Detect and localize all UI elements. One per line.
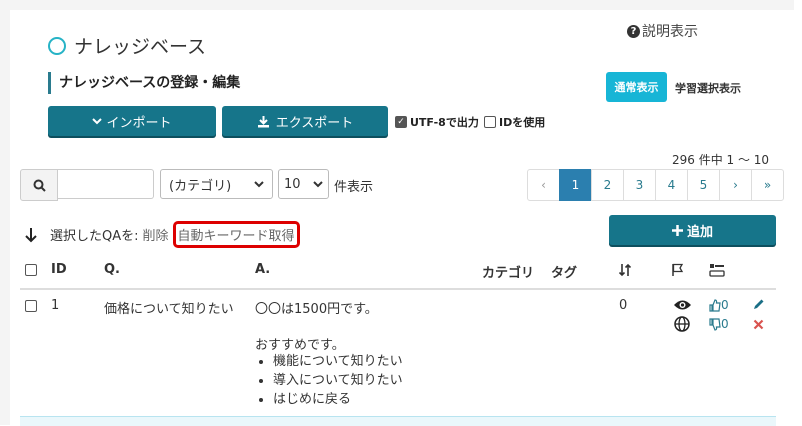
export-button[interactable]: エクスポート <box>222 106 388 136</box>
add-button[interactable]: 追加 <box>609 215 776 245</box>
use-id-option[interactable]: IDを使用 <box>484 114 545 130</box>
sort-icon[interactable] <box>618 263 632 277</box>
list-settings-icon[interactable] <box>709 263 725 277</box>
result-count: 296 件中 1 ～ 10 <box>672 153 770 167</box>
per-page-label: 件表示 <box>334 180 374 195</box>
row-answer-list: 機能について知りたい 導入について知りたい はじめに戻る <box>255 352 403 409</box>
search-button[interactable] <box>20 169 58 201</box>
export-button-label: エクスポート <box>275 115 354 131</box>
globe-icon[interactable] <box>674 316 690 332</box>
row-question: 価格について知りたい <box>104 302 234 317</box>
pagination: ‹ 1 2 3 4 5 › » <box>527 169 784 201</box>
import-button-label: インポート <box>106 115 172 131</box>
per-page-select[interactable]: 10 <box>278 169 329 199</box>
category-select[interactable]: (カテゴリ) <box>160 169 273 199</box>
column-header-tag[interactable]: タグ <box>551 262 577 281</box>
chevron-down-icon <box>313 181 323 188</box>
use-id-label: IDを使用 <box>499 116 546 129</box>
utf8-option[interactable]: ✓ UTF-8で出力 <box>395 114 479 130</box>
bulk-actions-label: 選択したQAを: <box>50 229 139 244</box>
category-select-value: (カテゴリ) <box>169 178 232 194</box>
dislike-count: 0 <box>721 317 729 331</box>
flag-icon[interactable] <box>671 263 685 277</box>
column-header-id[interactable]: ID <box>51 262 67 277</box>
add-button-label: 追加 <box>686 224 713 240</box>
per-page-select-value: 10 <box>284 176 301 192</box>
answer-list-item: 導入について知りたい <box>273 371 403 390</box>
page-header: ナレッジベース <box>48 32 206 59</box>
row-checkbox[interactable] <box>25 300 37 312</box>
pencil-icon[interactable] <box>752 298 765 311</box>
like-counter[interactable]: 0 <box>709 298 729 312</box>
auto-keyword-link[interactable]: 自動キーワード取得 <box>172 221 300 248</box>
import-button[interactable]: インポート <box>48 106 216 136</box>
row-id: 1 <box>51 298 60 313</box>
pagination-page[interactable]: 2 <box>591 169 624 201</box>
pagination-page[interactable]: 5 <box>687 169 720 201</box>
bulk-delete-link[interactable]: 削除 <box>143 225 169 244</box>
normal-view-button[interactable]: 通常表示 <box>606 72 667 102</box>
utf8-checkbox[interactable]: ✓ <box>395 116 407 128</box>
column-header-answer[interactable]: A. <box>255 262 270 277</box>
column-header-category[interactable]: カテゴリ <box>482 262 534 281</box>
search-group <box>20 169 154 201</box>
utf8-label: UTF-8で出力 <box>410 116 479 129</box>
page-title: ナレッジベース <box>74 36 207 58</box>
answer-list-item: 機能について知りたい <box>273 352 403 371</box>
chevron-down-icon <box>92 118 103 125</box>
question-circle-icon: ? <box>627 24 640 38</box>
circle-icon <box>48 36 66 55</box>
row-count: 0 <box>619 298 628 313</box>
pagination-last[interactable]: » <box>751 169 784 201</box>
search-icon <box>33 179 46 192</box>
row-answer-line2: おすすめです。 <box>255 338 345 353</box>
header-divider <box>20 288 776 290</box>
search-input[interactable] <box>58 169 154 199</box>
dislike-counter[interactable]: 0 <box>709 317 729 331</box>
pagination-prev[interactable]: ‹ <box>527 169 560 201</box>
answer-list-item: はじめに戻る <box>273 390 403 409</box>
use-id-checkbox[interactable] <box>484 116 496 128</box>
like-count: 0 <box>721 298 729 312</box>
delete-icon[interactable] <box>753 319 764 330</box>
pagination-page[interactable]: 1 <box>559 169 592 201</box>
select-all-checkbox[interactable] <box>25 264 37 276</box>
help-link[interactable]: ? 説明表示 <box>627 21 698 41</box>
plus-icon <box>671 224 683 236</box>
row-answer-line1: 〇〇は1500円です。 <box>255 302 378 317</box>
column-header-question[interactable]: Q. <box>104 262 120 277</box>
bulk-actions: 選択したQAを: 削除 自動キーワード取得 <box>24 221 300 248</box>
eye-icon[interactable] <box>673 298 692 312</box>
pagination-next[interactable]: › <box>719 169 752 201</box>
arrow-down-icon <box>25 227 37 242</box>
thumbs-down-icon <box>709 317 721 331</box>
learning-view-link[interactable]: 学習選択表示 <box>675 80 741 96</box>
pagination-page[interactable]: 4 <box>655 169 688 201</box>
pagination-page[interactable]: 3 <box>623 169 656 201</box>
help-link-label: 説明表示 <box>642 24 698 40</box>
download-icon <box>257 115 269 127</box>
section-title: ナレッジベースの登録・編集 <box>48 72 240 94</box>
chevron-down-icon <box>254 181 264 188</box>
thumbs-up-icon <box>709 298 721 312</box>
